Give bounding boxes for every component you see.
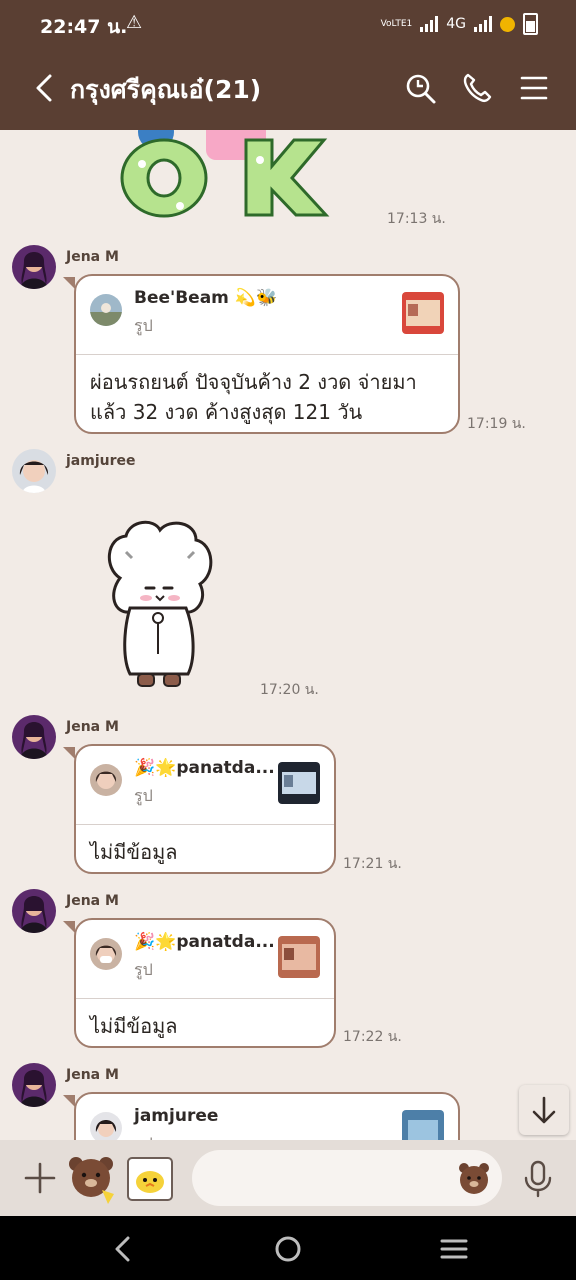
back-icon[interactable] (28, 70, 64, 106)
status-icons: VoLTE1 4G (381, 13, 538, 35)
quote-thumbnail (278, 762, 320, 804)
quoted-message[interactable]: 🎉🌟panatda... รูป (76, 746, 334, 825)
bubble-tail (63, 277, 75, 289)
quote-sender: jamjuree (134, 1106, 219, 1126)
chat-header: กรุงศรีคุณเอ๋(21) (0, 48, 576, 130)
message-text: ไม่มีข้อมูล (90, 840, 178, 864)
bubble-tail (63, 921, 75, 933)
status-bar: 22:47 น. ⚠ VoLTE1 4G (0, 0, 576, 48)
message-input[interactable] (192, 1150, 502, 1206)
avatar[interactable] (12, 889, 56, 933)
avatar[interactable] (12, 1063, 56, 1107)
nav-home-icon[interactable] (273, 1234, 303, 1264)
quote-type: รูป (134, 786, 153, 805)
scroll-down-button[interactable] (519, 1085, 569, 1135)
input-bar (0, 1140, 576, 1216)
sticker-icon[interactable] (64, 1150, 118, 1204)
avatar[interactable] (12, 449, 56, 493)
status-time: 22:47 น. (40, 16, 128, 38)
nav-back-icon[interactable] (108, 1234, 138, 1264)
quote-type: รูป (134, 1132, 153, 1140)
quote-sender: Bee'Beam 💫🐝 (134, 288, 278, 308)
sender-name: Jena M (66, 719, 119, 735)
call-icon[interactable] (459, 70, 495, 106)
image-icon[interactable] (126, 1156, 174, 1202)
system-nav-bar (0, 1216, 576, 1280)
network-label: 4G (446, 16, 466, 32)
emoji-icon[interactable] (456, 1160, 492, 1196)
bubble-tail (63, 1095, 75, 1107)
bear-sticker[interactable] (100, 518, 218, 690)
scroll-down-icon (532, 1096, 556, 1124)
signal-icon (420, 16, 439, 32)
message-time: 17:20 น. (260, 682, 319, 698)
quote-thumbnail (278, 936, 320, 978)
quote-sender: 🎉🌟panatda... (134, 932, 275, 952)
quote-type: รูป (134, 316, 153, 335)
quoted-message[interactable]: Bee'Beam 💫🐝 รูป (76, 276, 458, 355)
quote-thumbnail (402, 1110, 444, 1140)
quote-avatar (90, 764, 122, 796)
quote-avatar (90, 294, 122, 326)
sender-name: Jena M (66, 1067, 119, 1083)
sender-name: jamjuree (66, 453, 136, 469)
quote-avatar (90, 938, 122, 970)
quote-sender: 🎉🌟panatda... (134, 758, 275, 778)
saver-icon (500, 16, 515, 32)
chat-title: กรุงศรีคุณเอ๋(21) (70, 75, 262, 104)
message-time: 17:13 น. (387, 211, 446, 227)
avatar[interactable] (12, 715, 56, 759)
plus-icon[interactable] (22, 1160, 58, 1196)
message-bubble[interactable]: 🎉🌟panatda... รูป ไม่มีข้อมูล (74, 918, 336, 1048)
bubble-tail (63, 747, 75, 759)
message-text-line-2: แล้ว 32 งวด ค้างสูงสุด 121 วัน (90, 400, 363, 424)
quote-type: รูป (134, 960, 153, 979)
message-time: 17:19 น. (467, 416, 526, 432)
message-time: 17:21 น. (343, 856, 402, 872)
ok-sticker (120, 130, 330, 218)
message-text: ไม่มีข้อมูล (90, 1014, 178, 1038)
quoted-message[interactable]: 🎉🌟panatda... รูป (76, 920, 334, 999)
volte-label: VoLTE1 (380, 19, 413, 29)
message-bubble[interactable]: Bee'Beam 💫🐝 รูป ผ่อนรถยนต์ ปัจจุบันค้าง … (74, 274, 460, 434)
chat-area[interactable]: 17:13 น. Jena M Bee'Beam 💫🐝 รูป ผ่อนรถยน… (0, 130, 576, 1140)
sender-name: Jena M (66, 249, 119, 265)
search-icon[interactable] (402, 70, 438, 106)
message-text: ผ่อนรถยนต์ ปัจจุบันค้าง 2 งวด จ่ายมา แล้… (76, 355, 458, 427)
mic-icon[interactable] (522, 1160, 554, 1198)
quoted-message[interactable]: jamjuree รูป (76, 1094, 458, 1140)
message-text-line-1: ผ่อนรถยนต์ ปัจจุบันค้าง 2 งวด จ่ายมา (90, 370, 417, 394)
nav-recents-icon[interactable] (439, 1234, 469, 1264)
message-bubble[interactable]: 🎉🌟panatda... รูป ไม่มีข้อมูล (74, 744, 336, 874)
battery-icon (523, 13, 538, 35)
warning-icon: ⚠ (126, 12, 143, 33)
signal-icon-2 (474, 16, 492, 32)
quote-avatar (90, 1112, 122, 1140)
message-time: 17:22 น. (343, 1029, 402, 1045)
sender-name: Jena M (66, 893, 119, 909)
avatar[interactable] (12, 245, 56, 289)
quote-thumbnail (402, 292, 444, 334)
menu-icon[interactable] (516, 70, 552, 106)
message-bubble[interactable]: jamjuree รูป (74, 1092, 460, 1140)
